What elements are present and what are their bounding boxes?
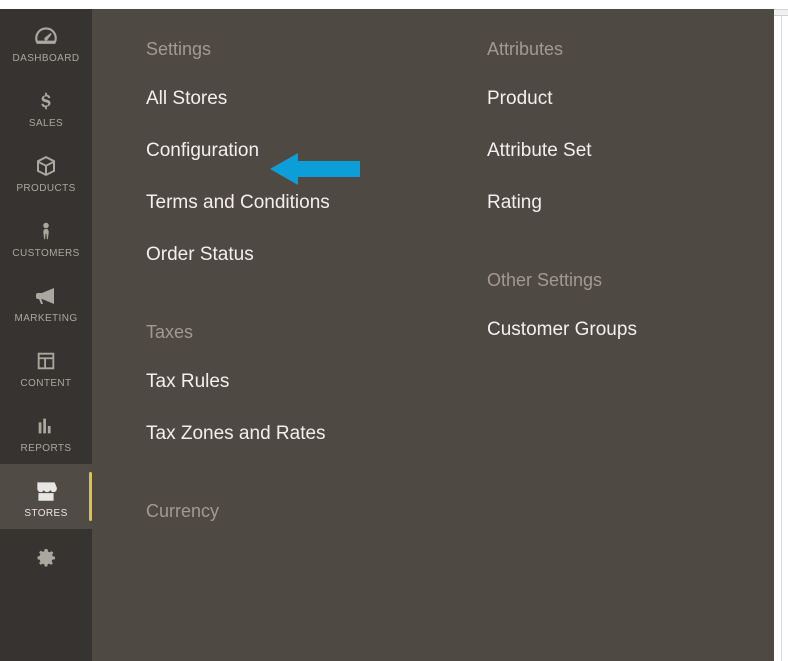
megaphone-icon xyxy=(33,283,59,309)
sidebar-item-system[interactable] xyxy=(0,529,92,591)
sidebar-item-label: DASHBOARD xyxy=(13,53,80,64)
sidebar-item-label: STORES xyxy=(24,508,67,519)
page-edge-line xyxy=(781,15,782,661)
sidebar-item-label: SALES xyxy=(29,118,63,129)
sidebar-item-label: PRODUCTS xyxy=(16,183,75,194)
sidebar-item-label: CUSTOMERS xyxy=(12,248,79,259)
gauge-icon xyxy=(33,23,59,49)
menu-link-terms-and-conditions[interactable]: Terms and Conditions xyxy=(146,192,433,214)
sidebar-item-content[interactable]: CONTENT xyxy=(0,334,92,399)
menu-link-all-stores[interactable]: All Stores xyxy=(146,88,433,110)
flyout-column-left: Settings All Stores Configuration Terms … xyxy=(92,39,433,661)
store-icon xyxy=(33,478,59,504)
sidebar-item-label: MARKETING xyxy=(14,313,77,324)
sidebar-item-label: CONTENT xyxy=(20,378,71,389)
annotation-arrow-icon xyxy=(270,149,360,194)
menu-link-customer-groups[interactable]: Customer Groups xyxy=(487,319,774,341)
sidebar-item-reports[interactable]: REPORTS xyxy=(0,399,92,464)
sidebar-item-dashboard[interactable]: DASHBOARD xyxy=(0,9,92,74)
menu-link-tax-rules[interactable]: Tax Rules xyxy=(146,371,433,393)
menu-link-rating[interactable]: Rating xyxy=(487,192,774,214)
section-title-attributes: Attributes xyxy=(487,39,774,60)
gear-icon xyxy=(33,545,59,571)
sidebar-item-label: REPORTS xyxy=(21,443,72,454)
stores-flyout-panel: Settings All Stores Configuration Terms … xyxy=(92,9,774,661)
menu-link-tax-zones-and-rates[interactable]: Tax Zones and Rates xyxy=(146,423,433,445)
sidebar-item-products[interactable]: PRODUCTS xyxy=(0,139,92,204)
sidebar-item-customers[interactable]: CUSTOMERS xyxy=(0,204,92,269)
person-icon xyxy=(33,218,59,244)
layout-icon xyxy=(33,348,59,374)
menu-link-product[interactable]: Product xyxy=(487,88,774,110)
flyout-column-right: Attributes Product Attribute Set Rating … xyxy=(433,39,774,661)
sidebar-item-stores[interactable]: STORES xyxy=(0,464,92,529)
dollar-icon xyxy=(33,88,59,114)
section-title-other-settings: Other Settings xyxy=(487,270,774,291)
bar-chart-icon xyxy=(33,413,59,439)
main-sidebar: DASHBOARD SALES PRODUCTS CUSTOMERS MARKE xyxy=(0,9,92,661)
section-title-taxes: Taxes xyxy=(146,322,433,343)
menu-link-order-status[interactable]: Order Status xyxy=(146,244,433,266)
section-title-currency: Currency xyxy=(146,501,433,522)
sidebar-item-sales[interactable]: SALES xyxy=(0,74,92,139)
sidebar-item-marketing[interactable]: MARKETING xyxy=(0,269,92,334)
box-icon xyxy=(33,153,59,179)
menu-link-attribute-set[interactable]: Attribute Set xyxy=(487,140,774,162)
section-title-settings: Settings xyxy=(146,39,433,60)
